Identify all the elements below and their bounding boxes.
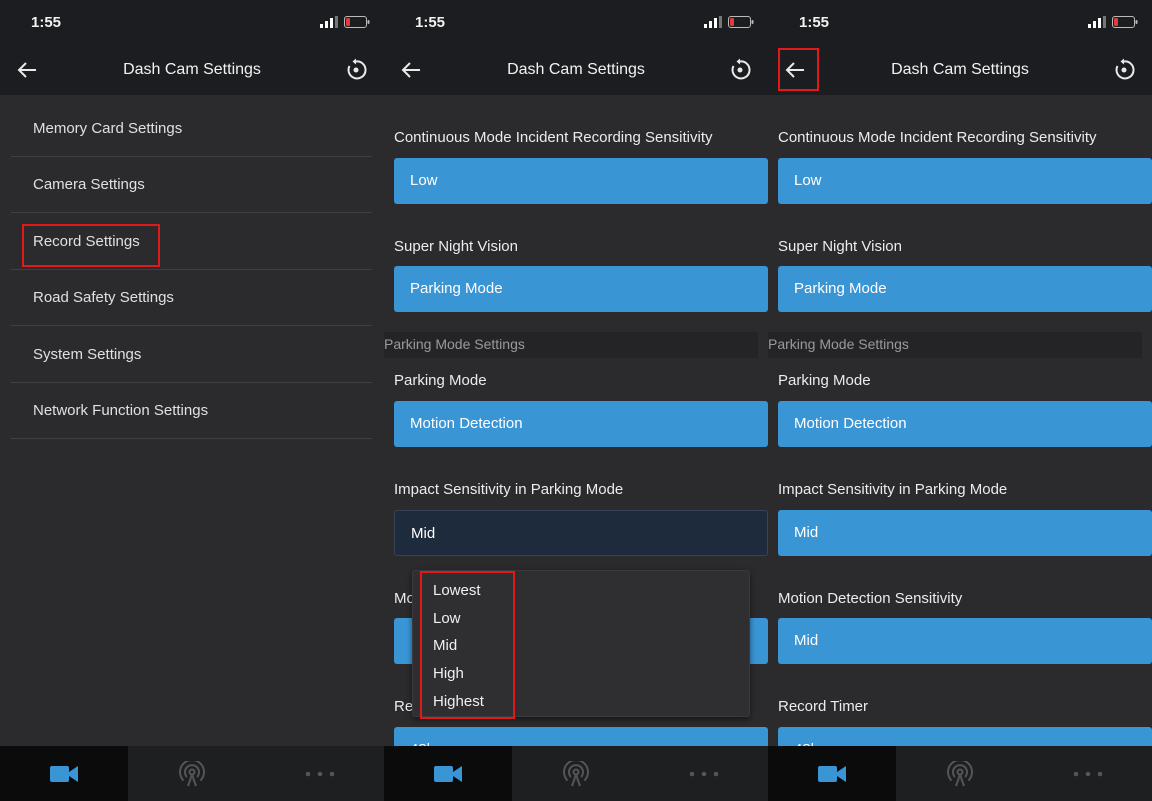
impact-sensitivity-label: Impact Sensitivity in Parking Mode bbox=[394, 481, 624, 498]
settings-menu: Memory Card Settings Camera Settings Rec… bbox=[0, 95, 384, 746]
page-title: Dash Cam Settings bbox=[891, 61, 1029, 78]
tab-bar bbox=[0, 746, 384, 801]
tab-more[interactable] bbox=[640, 746, 768, 801]
broadcast-icon bbox=[947, 760, 973, 786]
battery-icon bbox=[728, 16, 754, 28]
record-settings-list: Continuous Mode Incident Recording Sensi… bbox=[384, 95, 768, 746]
parking-mode-select[interactable]: Motion Detection bbox=[394, 401, 768, 447]
status-time: 1:55 bbox=[415, 14, 446, 31]
battery-icon bbox=[344, 16, 370, 28]
impact-sensitivity-select[interactable]: Mid bbox=[778, 510, 1152, 556]
nav-bar: Dash Cam Settings bbox=[768, 45, 1152, 95]
night-vision-label: Super Night Vision bbox=[394, 238, 518, 255]
signal-icon bbox=[1088, 16, 1106, 28]
night-vision-select[interactable]: Parking Mode bbox=[394, 266, 768, 312]
nav-bar: Dash Cam Settings bbox=[384, 45, 768, 95]
reset-icon[interactable] bbox=[344, 58, 368, 82]
broadcast-icon bbox=[563, 760, 589, 786]
video-camera-icon bbox=[818, 765, 846, 782]
record-timer-select[interactable]: 48h bbox=[394, 727, 768, 746]
reset-icon[interactable] bbox=[728, 58, 752, 82]
more-dots-icon bbox=[305, 771, 335, 776]
menu-item-network[interactable]: Network Function Settings bbox=[11, 383, 372, 439]
motion-sensitivity-select[interactable]: Mid bbox=[778, 618, 1152, 664]
highlight-dropdown-options bbox=[420, 571, 515, 719]
tab-more[interactable] bbox=[1024, 746, 1152, 801]
menu-item-system[interactable]: System Settings bbox=[11, 327, 372, 383]
signal-icon bbox=[320, 16, 338, 28]
screen-settings-menu: 1:55 Dash Cam Settings Memory Card Setti… bbox=[0, 0, 384, 801]
menu-item-road-safety[interactable]: Road Safety Settings bbox=[11, 270, 372, 326]
highlight-record-settings bbox=[22, 224, 160, 267]
impact-sensitivity-dropdown: Lowest Low Mid High Highest bbox=[412, 570, 750, 719]
video-camera-icon bbox=[50, 765, 78, 782]
tab-camera[interactable] bbox=[384, 746, 512, 801]
section-parking-mode-settings: Parking Mode Settings bbox=[768, 332, 1142, 358]
parking-mode-select[interactable]: Motion Detection bbox=[778, 401, 1152, 447]
section-parking-mode-settings: Parking Mode Settings bbox=[384, 332, 758, 358]
tab-more[interactable] bbox=[256, 746, 384, 801]
record-settings-list: Continuous Mode Incident Recording Sensi… bbox=[768, 95, 1152, 746]
nav-bar: Dash Cam Settings bbox=[0, 45, 384, 95]
night-vision-label: Super Night Vision bbox=[778, 238, 902, 255]
impact-sensitivity-select[interactable]: Mid bbox=[394, 510, 768, 556]
tab-bar bbox=[384, 746, 768, 801]
status-bar: 1:55 bbox=[768, 0, 1152, 45]
record-timer-label: Record Timer bbox=[778, 698, 869, 715]
more-dots-icon bbox=[689, 771, 719, 776]
tab-broadcast[interactable] bbox=[896, 746, 1024, 801]
page-title: Dash Cam Settings bbox=[123, 61, 261, 78]
tab-bar bbox=[768, 746, 1152, 801]
broadcast-icon bbox=[179, 760, 205, 786]
reset-icon[interactable] bbox=[1112, 58, 1136, 82]
continuous-sensitivity-select[interactable]: Low bbox=[394, 158, 768, 204]
tab-camera[interactable] bbox=[0, 746, 128, 801]
parking-mode-label: Parking Mode bbox=[778, 372, 871, 389]
signal-icon bbox=[704, 16, 722, 28]
tab-camera[interactable] bbox=[768, 746, 896, 801]
battery-icon bbox=[1112, 16, 1138, 28]
parking-mode-label: Parking Mode bbox=[394, 372, 487, 389]
menu-item-memory-card[interactable]: Memory Card Settings bbox=[11, 101, 372, 157]
tab-broadcast[interactable] bbox=[128, 746, 256, 801]
impact-sensitivity-label: Impact Sensitivity in Parking Mode bbox=[778, 481, 1008, 498]
more-dots-icon bbox=[1073, 771, 1103, 776]
continuous-sensitivity-label: Continuous Mode Incident Recording Sensi… bbox=[394, 129, 713, 146]
record-timer-label: Re bbox=[394, 698, 414, 715]
page-title: Dash Cam Settings bbox=[507, 61, 645, 78]
tab-broadcast[interactable] bbox=[512, 746, 640, 801]
screen-record-settings: 1:55 Dash Cam Settings Continuous Mode I… bbox=[768, 0, 1152, 801]
status-bar: 1:55 bbox=[384, 0, 768, 45]
video-camera-icon bbox=[434, 765, 462, 782]
night-vision-select[interactable]: Parking Mode bbox=[778, 266, 1152, 312]
continuous-sensitivity-label: Continuous Mode Incident Recording Sensi… bbox=[778, 129, 1097, 146]
record-timer-select[interactable]: 48h bbox=[778, 727, 1152, 746]
status-time: 1:55 bbox=[31, 14, 62, 31]
motion-sensitivity-label: Motion Detection Sensitivity bbox=[778, 590, 963, 607]
status-time: 1:55 bbox=[799, 14, 830, 31]
menu-item-camera[interactable]: Camera Settings bbox=[11, 157, 372, 213]
status-bar: 1:55 bbox=[0, 0, 384, 45]
continuous-sensitivity-select[interactable]: Low bbox=[778, 158, 1152, 204]
screen-record-settings-dropdown: 1:55 Dash Cam Settings Continuous Mode I… bbox=[384, 0, 768, 801]
